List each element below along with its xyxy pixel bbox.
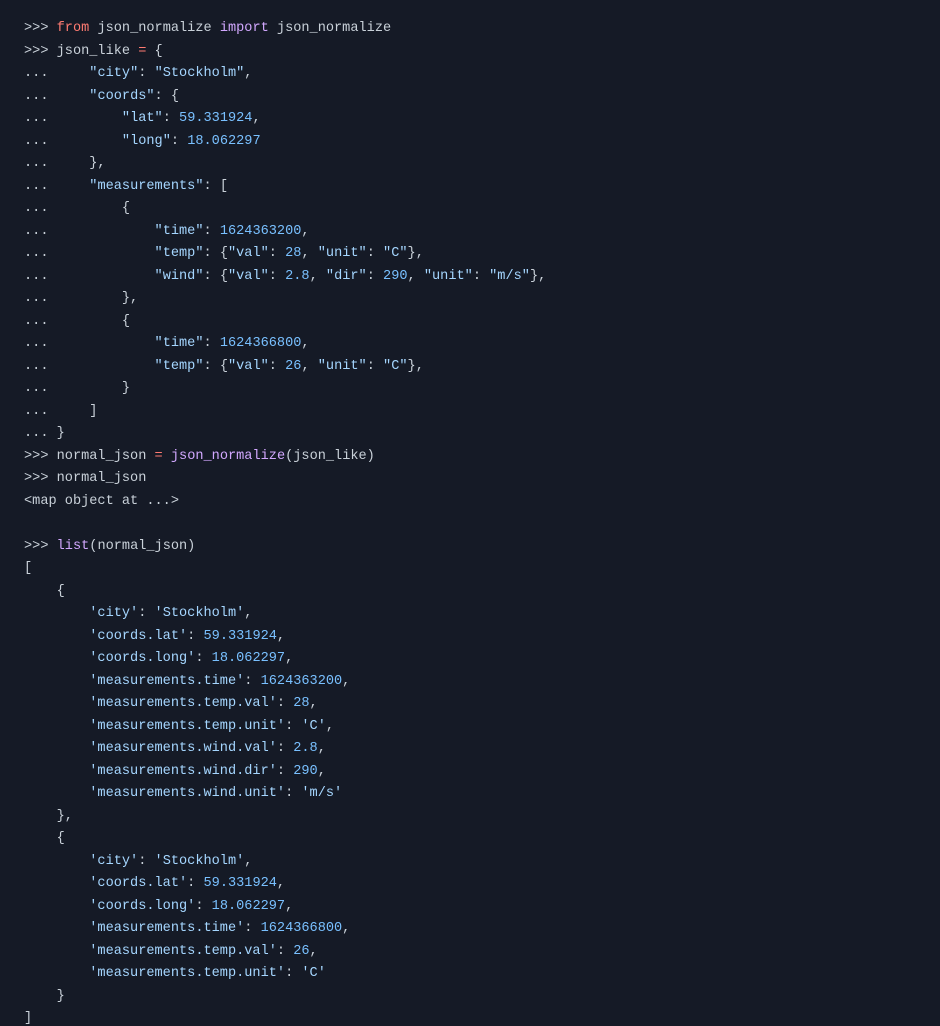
- code-line: ... "lat": 59.331924,: [24, 111, 261, 126]
- code-line: ... "measurements": [: [24, 179, 228, 194]
- code-line: <map object at ...>: [24, 494, 179, 509]
- code-line: 'coords.long': 18.062297,: [24, 651, 293, 666]
- code-line: ... }: [24, 381, 130, 396]
- code-line: 'city': 'Stockholm',: [24, 606, 252, 621]
- code-line: ... "wind": {"val": 2.8, "dir": 290, "un…: [24, 269, 546, 284]
- code-line: 'coords.lat': 59.331924,: [24, 629, 285, 644]
- code-line: >>> json_like = {: [24, 44, 163, 59]
- code-line: 'measurements.time': 1624366800,: [24, 921, 350, 936]
- code-line: ... },: [24, 156, 106, 171]
- code-line: ... "time": 1624366800,: [24, 336, 310, 351]
- code-line: }: [24, 989, 65, 1004]
- code-line: 'measurements.wind.unit': 'm/s': [24, 786, 342, 801]
- code-line: 'coords.long': 18.062297,: [24, 899, 293, 914]
- code-line: 'city': 'Stockholm',: [24, 854, 252, 869]
- code-line: 'measurements.temp.unit': 'C': [24, 966, 326, 981]
- code-line: ... "coords": {: [24, 89, 179, 104]
- code-line: 'coords.lat': 59.331924,: [24, 876, 285, 891]
- code-line: ... "time": 1624363200,: [24, 224, 310, 239]
- code-line: 'measurements.wind.dir': 290,: [24, 764, 326, 779]
- code-line: 'measurements.wind.val': 2.8,: [24, 741, 326, 756]
- code-line: 'measurements.temp.val': 26,: [24, 944, 318, 959]
- code-line: ... "temp": {"val": 26, "unit": "C"},: [24, 359, 424, 374]
- code-line: {: [24, 831, 65, 846]
- code-line: >>> normal_json: [24, 471, 146, 486]
- code-line: >>> normal_json = json_normalize(json_li…: [24, 449, 375, 464]
- code-line: ... },: [24, 291, 138, 306]
- code-line: >>> list(normal_json): [24, 539, 195, 554]
- code-line: ... "long": 18.062297: [24, 134, 261, 149]
- code-line: ... {: [24, 201, 130, 216]
- code-line: },: [24, 809, 73, 824]
- code-line: {: [24, 584, 65, 599]
- code-block: >>> from json_normalize import json_norm…: [0, 0, 940, 1026]
- code-line: 'measurements.temp.val': 28,: [24, 696, 318, 711]
- code-line: ... ]: [24, 404, 97, 419]
- code-line: 'measurements.temp.unit': 'C',: [24, 719, 334, 734]
- code-line: ]: [24, 1011, 32, 1026]
- code-line: ... "city": "Stockholm",: [24, 66, 252, 81]
- code-line: >>> from json_normalize import json_norm…: [24, 21, 391, 36]
- code-line: ... {: [24, 314, 130, 329]
- code-line: ... }: [24, 426, 65, 441]
- code-line: 'measurements.time': 1624363200,: [24, 674, 350, 689]
- code-line: ... "temp": {"val": 28, "unit": "C"},: [24, 246, 424, 261]
- code-line: [: [24, 561, 32, 576]
